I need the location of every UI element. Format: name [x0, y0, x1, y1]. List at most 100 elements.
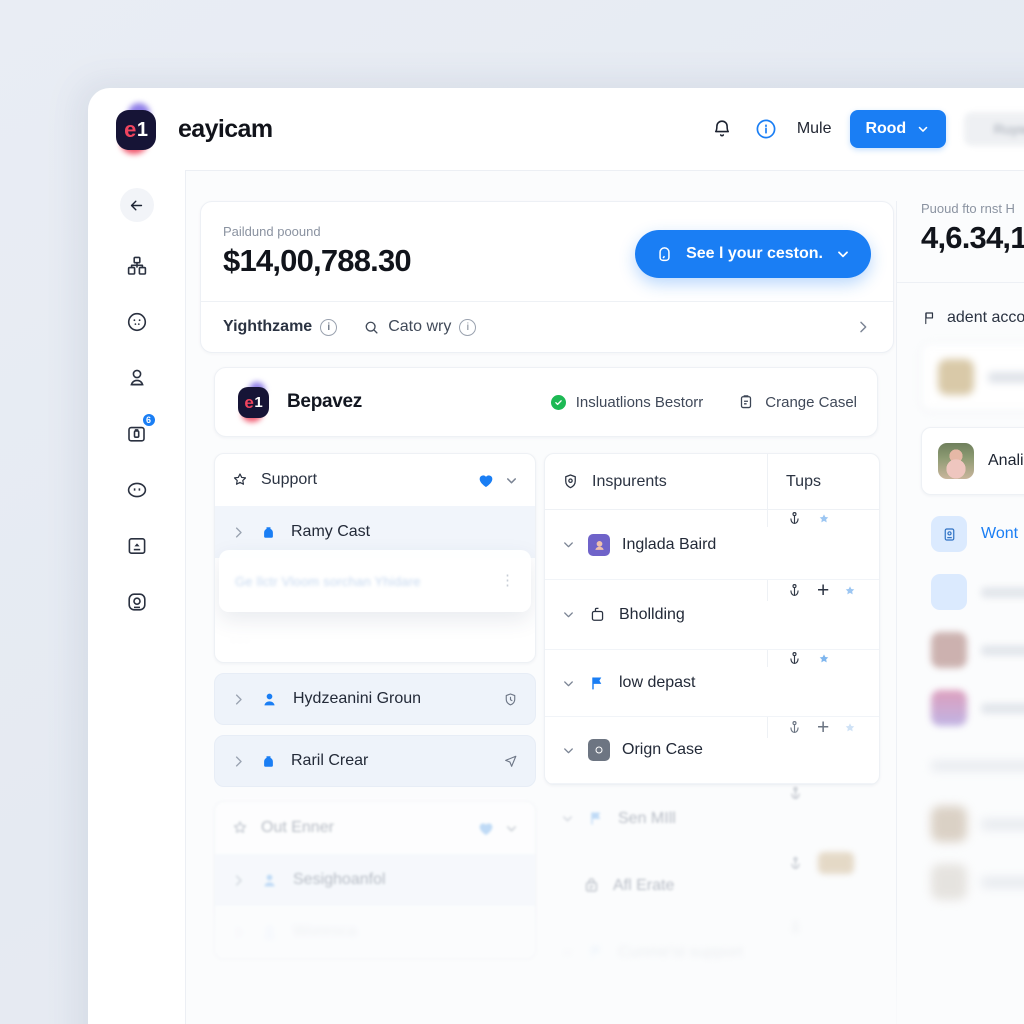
side-card-anali[interactable]: Anali	[921, 427, 1024, 495]
notification-bell-icon[interactable]	[709, 116, 735, 142]
table-row[interactable]: Bhollding +	[545, 580, 879, 650]
side-row-ghost-5[interactable]	[921, 853, 1024, 911]
mule-label[interactable]: Mule	[797, 120, 832, 138]
table-cell-name[interactable]: low depast	[545, 650, 767, 716]
plus-icon[interactable]: +	[817, 717, 829, 738]
table-row[interactable]: low depast	[545, 650, 879, 717]
brand-name: eayicam	[178, 114, 273, 143]
sidebar-item-face-oval[interactable]	[115, 472, 159, 508]
person-filled-icon	[264, 693, 275, 705]
table-cell-tups[interactable]: +	[767, 717, 879, 738]
table-cell-tups[interactable]	[767, 650, 879, 667]
group-support-actions[interactable]	[476, 470, 519, 490]
list-item-raril-crear[interactable]: Raril Crear	[214, 735, 536, 787]
side-row-ghost-2[interactable]	[921, 679, 1024, 737]
send-icon[interactable]	[502, 753, 519, 770]
list-item-label: Hydzeanini Groun	[293, 690, 422, 707]
table-cell-tups[interactable]	[767, 510, 879, 527]
table-cell-name[interactable]: Orign Case	[545, 717, 767, 783]
balance-amount: $14,00,788.30	[223, 243, 412, 278]
group-out-enner-actions[interactable]	[476, 818, 519, 838]
side-row-ghost-4[interactable]	[921, 795, 1024, 853]
group-support-header[interactable]: Support	[215, 454, 535, 506]
brand[interactable]: e 1 eayicam	[112, 103, 273, 154]
sidebar-item-person[interactable]	[115, 360, 159, 396]
side-balance-amount: 4,6.34,19	[921, 220, 1024, 255]
account-status[interactable]: Insluatlions Bestorr	[550, 394, 703, 411]
list-item-sesighoanfol[interactable]: Sesighoanfol	[215, 854, 535, 906]
rood-button[interactable]: Rood	[849, 110, 946, 148]
anchor-icon	[791, 921, 800, 934]
kebab-menu-icon[interactable]: ⋮	[500, 573, 515, 587]
person-filled-icon	[264, 874, 275, 886]
table-cell-label: Cunme'st support	[618, 943, 743, 961]
table-cell-name[interactable]: Bhollding	[545, 580, 767, 649]
table-row[interactable]: Orign Case +	[545, 717, 879, 784]
app-window: e 1 eayicam Mule Rood Ruyw 6 Paildund po…	[88, 88, 1024, 1024]
sidebar-item-face[interactable]	[115, 304, 159, 340]
table-cell-name[interactable]: Inglada Baird	[545, 510, 767, 579]
account-note[interactable]: Crange Casel	[737, 393, 857, 411]
star-faint-icon	[846, 585, 855, 594]
placeholder-text-bar	[981, 586, 1024, 598]
table-cell-name[interactable]: Afl Erate	[544, 852, 768, 919]
search-count: i	[459, 318, 477, 336]
info-circle-icon[interactable]	[753, 116, 779, 142]
table-cell-tups[interactable]	[768, 852, 880, 874]
bag-icon	[591, 607, 604, 621]
sidebar-item-camera[interactable]	[115, 584, 159, 620]
table-row[interactable]: Inglada Baird	[545, 510, 879, 580]
table-row[interactable]: Afl Erate	[544, 852, 880, 919]
secondary-ghost-button[interactable]: Ruywg	[964, 112, 1024, 146]
account-card[interactable]: e 1 Bepavez Insluatlions Bestorr Crange …	[214, 367, 878, 437]
side-rows: Wont	[921, 505, 1024, 911]
side-row-ghost-3[interactable]	[921, 737, 1024, 795]
filter-yighthzame-label: Yighthzame	[223, 318, 313, 335]
table-cell-name[interactable]: Cunme'st support	[544, 919, 768, 986]
screen-root: e 1 eayicam Mule Rood Ruyw 6 Paildund po…	[0, 0, 1024, 1024]
camera-square-icon	[127, 593, 146, 611]
anchor-icon	[790, 721, 799, 734]
table-cell-name[interactable]: Sen MIll	[544, 785, 768, 852]
table-card: Inspurents Tups Inglada Baird Bhollding …	[544, 453, 880, 785]
chevron-right-icon	[235, 874, 242, 886]
account-logo: e 1	[235, 382, 273, 422]
list-item-hydzeanini-groun[interactable]: Hydzeanini Groun	[214, 673, 536, 725]
chevron-down-icon	[564, 680, 573, 686]
logo-letter: e	[244, 393, 254, 412]
back-button[interactable]	[119, 188, 154, 222]
person-filled-icon	[264, 926, 275, 938]
filter-yighthzame[interactable]: Yighthzame i	[223, 318, 338, 336]
secondary-ghost-label: Ruywg	[993, 121, 1024, 137]
table-cell-tups[interactable]: +	[767, 580, 879, 601]
sidebar-item-buildings[interactable]	[115, 248, 159, 284]
shield-clock-icon[interactable]	[502, 691, 519, 708]
side-section-title: adent acco	[921, 309, 1024, 327]
account-meta: Insluatlions Bestorr Crange Casel	[550, 393, 857, 411]
list-item-wonroca[interactable]: Wonroca	[215, 906, 535, 958]
plus-icon[interactable]: +	[817, 580, 829, 601]
table-cell-tups[interactable]	[768, 919, 880, 936]
side-row-ghost-1[interactable]	[921, 621, 1024, 679]
search-cato-wry[interactable]: Cato wry i	[363, 318, 477, 336]
side-row-fork[interactable]	[921, 563, 1024, 621]
balance-row-chevron[interactable]	[855, 319, 871, 335]
balance-label: Paildund poound	[223, 224, 321, 239]
list-item-hidden-slot-2[interactable]: . . .	[215, 610, 535, 662]
side-card-blurred[interactable]	[921, 343, 1024, 411]
list-item-label: Sesighoanfol	[293, 871, 386, 888]
table-cell-tups[interactable]	[768, 785, 880, 802]
avatar	[938, 359, 974, 395]
floating-tooltip-card[interactable]: Ge llctr Vloom sorchan Yhidare ⋮	[219, 550, 531, 612]
sidebar-item-inbox[interactable]	[115, 528, 159, 564]
chevron-right-icon	[860, 321, 867, 333]
sidebar-item-briefcase[interactable]: 6	[115, 413, 159, 452]
side-card-label: Anali	[988, 452, 1024, 469]
table-row[interactable]: Cunme'st support	[544, 919, 880, 986]
anchor-icon	[791, 787, 800, 800]
group-out-enner-header[interactable]: Out Enner	[215, 802, 535, 854]
side-row-wont[interactable]: Wont	[921, 505, 1024, 563]
see-ceston-button[interactable]: See l your ceston.	[635, 230, 871, 278]
arrow-left-icon	[130, 200, 143, 210]
table-row[interactable]: Sen MIll	[544, 785, 880, 852]
